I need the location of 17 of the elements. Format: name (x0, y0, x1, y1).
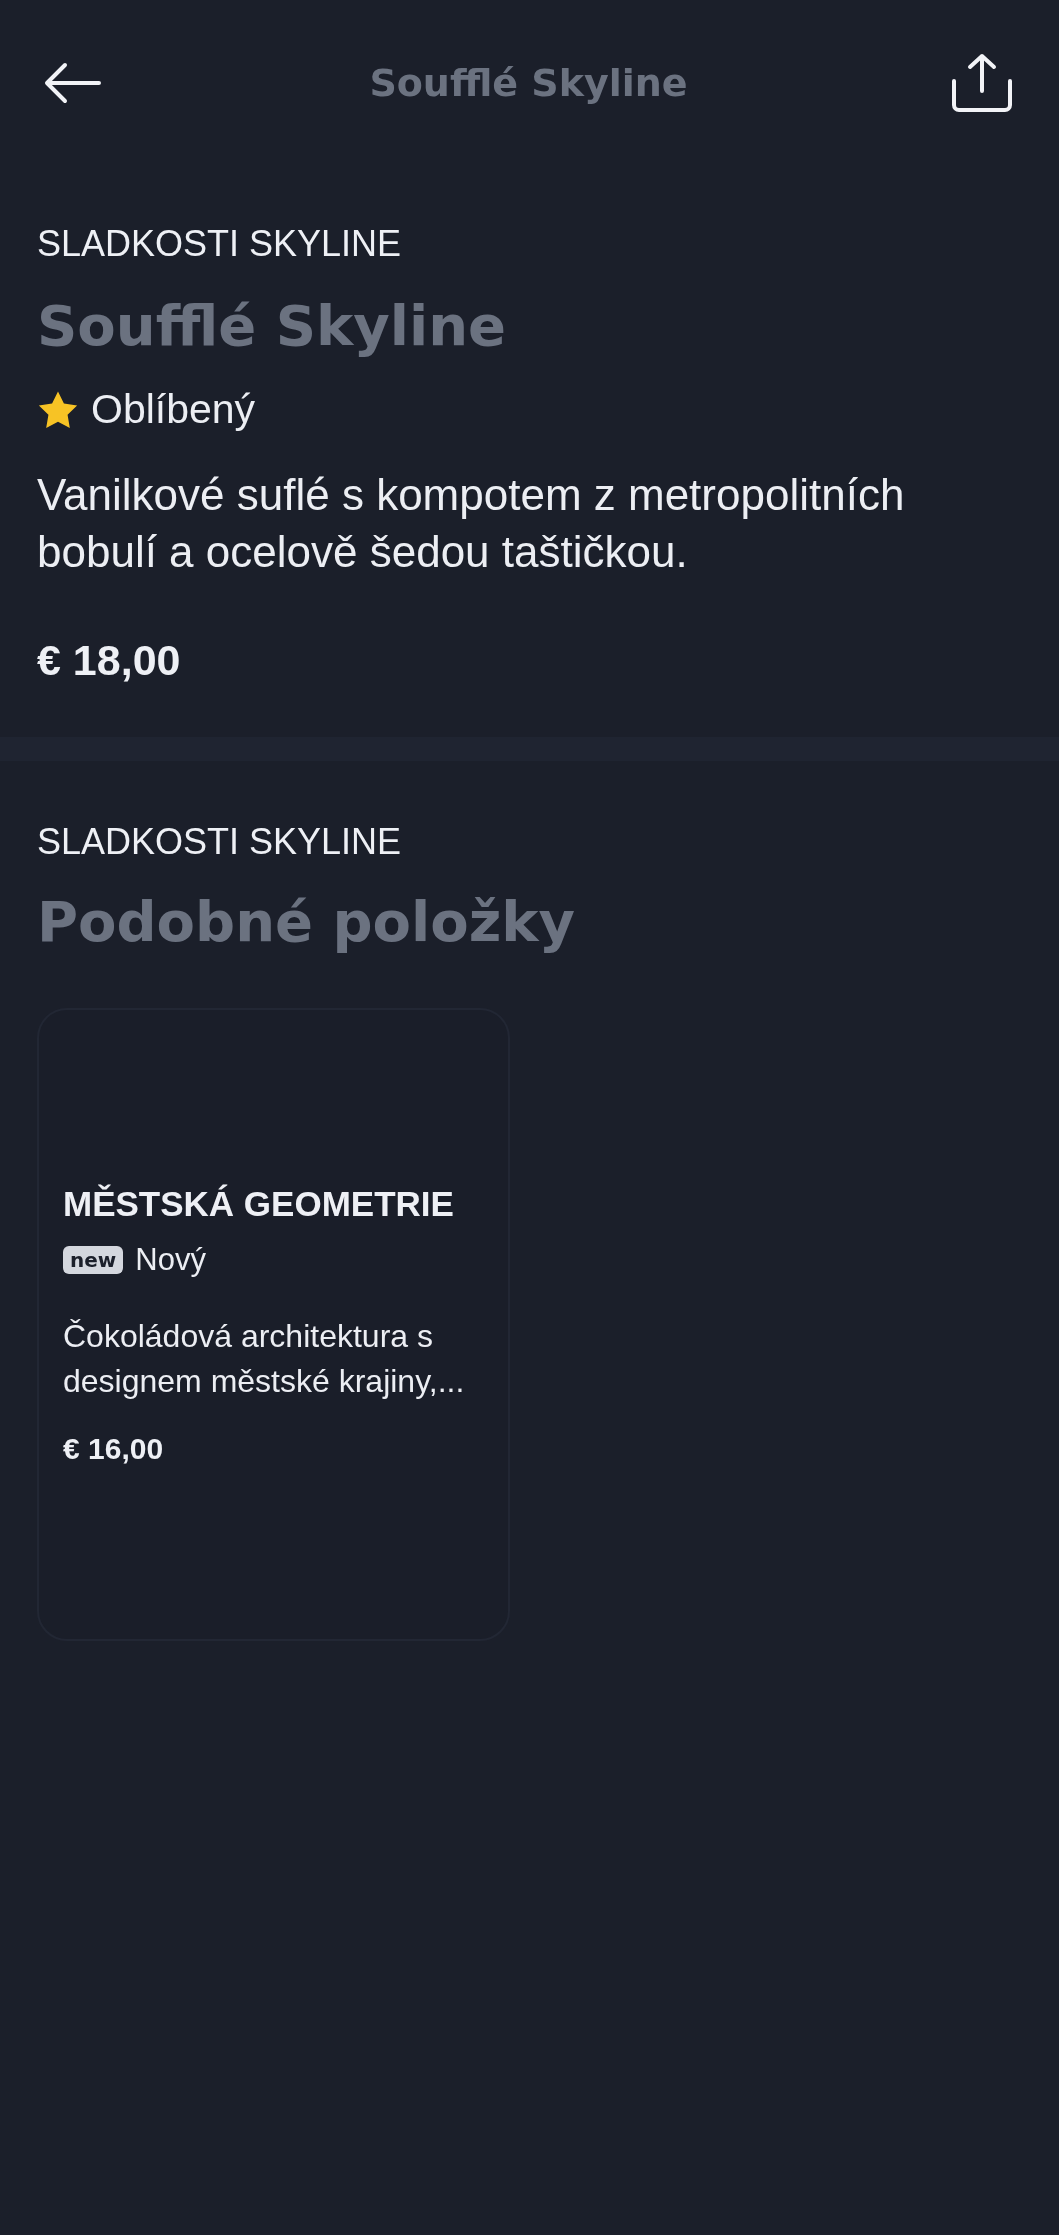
card-price: € 16,00 (63, 1430, 164, 1467)
product-card[interactable]: MĚSTSKÁ GEOMETRIE new Nový Čokoládová architektura s designem městské krajiny,... € 16,00 (37, 1007, 510, 1641)
page-title: Soufflé Skyline (369, 60, 688, 107)
tag-label: Oblíbený (91, 385, 256, 435)
card-description: Čokoládová architektura s designem městské krajiny,... (63, 1316, 466, 1401)
back-arrow-icon (44, 62, 102, 104)
product-price: € 18,00 (37, 635, 181, 686)
card-title: MĚSTSKÁ GEOMETRIE (63, 1182, 454, 1225)
product-title: Soufflé Skyline (37, 292, 506, 360)
share-icon (951, 53, 1013, 113)
star-icon (37, 390, 79, 430)
section-title: Podobné položky (37, 887, 576, 956)
category-label: SLADKOSTI SKYLINE (37, 222, 402, 266)
category-label: SLADKOSTI SKYLINE (37, 819, 402, 864)
tag-label: Nový (135, 1241, 206, 1279)
new-badge: new (63, 1245, 124, 1274)
product-description: Vanilkové suflé s kompotem z metropolitních bobulí a ocelově šedou taštičkou. (37, 469, 906, 578)
